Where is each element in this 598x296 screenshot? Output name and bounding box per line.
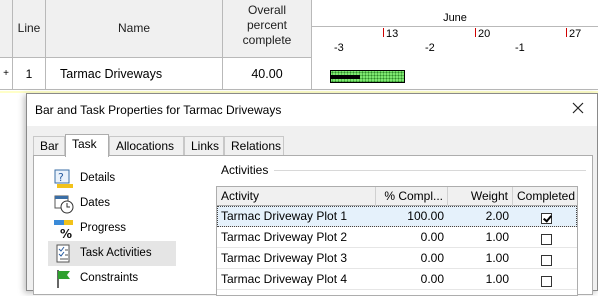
activities-group-label: Activities: [221, 163, 273, 177]
completed-cell: [513, 227, 577, 248]
activity-cell[interactable]: Tarmac Driveway Plot 1: [217, 206, 376, 227]
tab-bar[interactable]: Bar: [33, 136, 65, 156]
activity-cell[interactable]: Tarmac Driveway Plot 4: [217, 269, 376, 290]
weight-cell[interactable]: 1.00: [448, 248, 513, 269]
completed-cell: [513, 269, 577, 290]
month-divider: [312, 26, 598, 27]
overall-header-line1: Overall: [247, 3, 286, 17]
day-label: -1: [515, 42, 525, 54]
row-marker[interactable]: +: [0, 58, 13, 90]
nav-item-dates[interactable]: Dates: [48, 191, 176, 216]
day-label: -3: [334, 42, 344, 54]
nav-label: Dates: [80, 197, 111, 209]
name-header-label: Name: [117, 21, 150, 35]
week-label-27: 27: [569, 28, 582, 40]
task-nav-list: ? Details Dates % Progress Task Activiti…: [48, 166, 176, 291]
column-header-activity[interactable]: Activity: [217, 187, 376, 206]
nav-label: Constraints: [80, 272, 139, 284]
row-overall-percent[interactable]: 40.00: [223, 58, 312, 90]
details-icon: ?: [54, 169, 73, 188]
activity-cell[interactable]: Tarmac Driveway Plot 2: [217, 227, 376, 248]
marker-column-header: [0, 0, 13, 57]
nav-label: Details: [80, 172, 116, 184]
completed-checkbox[interactable]: [540, 213, 552, 224]
weight-cell[interactable]: 1.00: [448, 227, 513, 248]
activities-group-rule: [274, 170, 586, 171]
nav-label: Task Activities: [80, 247, 152, 259]
column-header-weight[interactable]: Weight: [448, 187, 513, 206]
progress-icon: %: [54, 220, 73, 239]
bar-task-properties-dialog: Bar and Task Properties for Tarmac Drive…: [26, 93, 598, 296]
week-tick: [475, 28, 476, 37]
task-bar-progress: [330, 75, 360, 79]
tab-links[interactable]: Links: [184, 136, 224, 156]
percent-complete-cell[interactable]: 100.00: [376, 206, 448, 227]
nav-item-progress[interactable]: % Progress: [48, 216, 176, 241]
activities-grid: Activity % Compl... Weight Completed Tar…: [216, 186, 578, 296]
constraints-icon: [57, 270, 70, 288]
svg-text:?: ?: [58, 171, 64, 184]
completed-checkbox[interactable]: [540, 234, 552, 245]
task-activities-icon: [56, 244, 70, 263]
line-header-label: Line: [17, 21, 41, 35]
week-tick: [383, 28, 384, 37]
row-line-number: 1: [13, 58, 46, 90]
timescale[interactable]: June 13 20 27 -3 -2 -1: [312, 0, 598, 58]
completed-cell: [513, 248, 577, 269]
percent-complete-cell[interactable]: 0.00: [376, 227, 448, 248]
nav-label: Progress: [80, 222, 127, 234]
week-label-20: 20: [478, 28, 491, 40]
percent-complete-cell[interactable]: 0.00: [376, 248, 448, 269]
tab-allocations[interactable]: Allocations: [109, 136, 184, 156]
completed-cell: [513, 206, 577, 227]
week-tick: [566, 28, 567, 37]
overall-header-line3: complete: [242, 33, 292, 47]
overall-header-line2: percent: [246, 18, 288, 32]
task-row[interactable]: + 1 Tarmac Driveways 40.00: [0, 58, 598, 90]
activities-grid-header: Activity % Compl... Weight Completed: [217, 187, 577, 206]
table-row[interactable]: Tarmac Driveway Plot 2 0.00 1.00: [217, 227, 577, 248]
table-row[interactable]: Tarmac Driveway Plot 4 0.00 1.00: [217, 269, 577, 290]
dialog-titlebar[interactable]: Bar and Task Properties for Tarmac Drive…: [27, 94, 597, 126]
column-header-completed[interactable]: Completed: [513, 187, 577, 206]
activity-cell[interactable]: Tarmac Driveway Plot 3: [217, 248, 376, 269]
completed-checkbox[interactable]: [540, 276, 552, 287]
dialog-title: Bar and Task Properties for Tarmac Drive…: [35, 103, 282, 117]
table-row[interactable]: Tarmac Driveway Plot 3 0.00 1.00: [217, 248, 577, 269]
weight-cell[interactable]: 2.00: [448, 206, 513, 227]
weight-cell[interactable]: 1.00: [448, 269, 513, 290]
column-header-percent-complete[interactable]: % Compl...: [376, 187, 448, 206]
dates-icon: [54, 195, 74, 214]
row-task-name[interactable]: Tarmac Driveways: [46, 58, 223, 90]
line-column-header[interactable]: Line: [13, 0, 46, 57]
name-column-header[interactable]: Name: [46, 0, 223, 57]
gantt-header: Line Name Overall percent complete June …: [0, 0, 598, 58]
task-tab-panel: ? Details Dates % Progress Task Activiti…: [33, 155, 593, 296]
tab-relations[interactable]: Relations: [224, 136, 284, 156]
month-label: June: [443, 12, 467, 24]
nav-item-constraints[interactable]: Constraints: [48, 266, 176, 291]
close-icon[interactable]: [571, 101, 585, 115]
table-row[interactable]: Tarmac Driveway Plot 1 100.00 2.00: [217, 206, 577, 227]
svg-text:%: %: [60, 227, 72, 239]
tab-task[interactable]: Task: [65, 134, 109, 157]
week-label-13: 13: [386, 28, 399, 40]
overall-percent-column-header[interactable]: Overall percent complete: [223, 0, 312, 57]
nav-item-task-activities[interactable]: Task Activities: [48, 241, 176, 266]
completed-checkbox[interactable]: [540, 255, 552, 266]
nav-item-details[interactable]: ? Details: [48, 166, 176, 191]
day-label: -2: [425, 42, 435, 54]
percent-complete-cell[interactable]: 0.00: [376, 269, 448, 290]
